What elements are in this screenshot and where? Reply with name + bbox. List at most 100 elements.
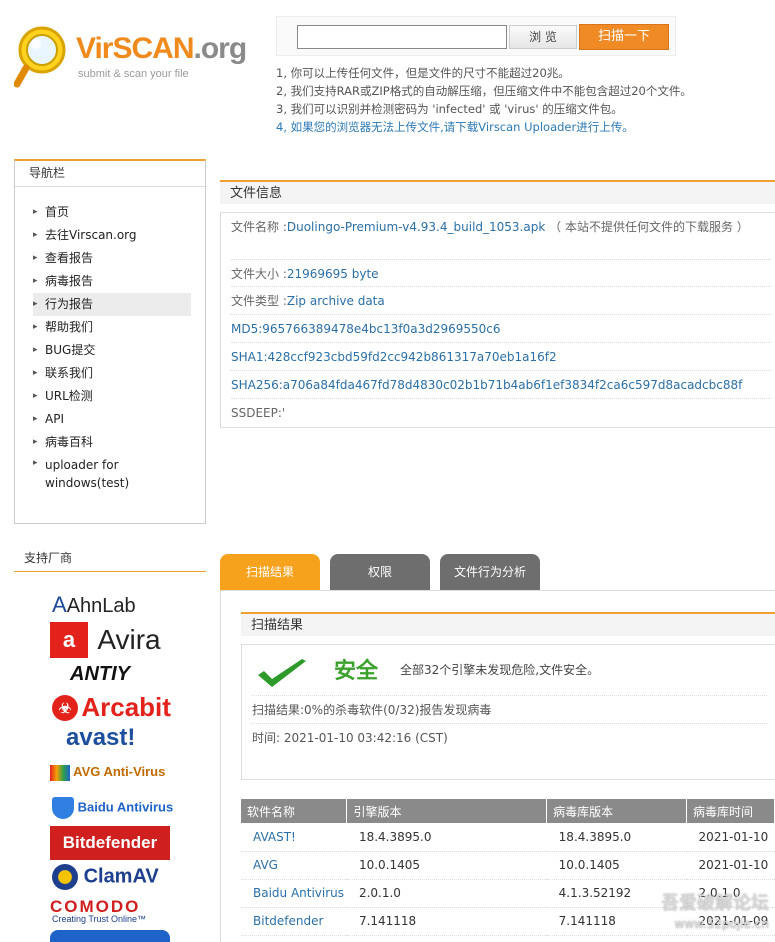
file-type-label: 文件类型 : [231,294,287,308]
vendor-avast[interactable]: avast! [66,724,135,752]
nav-item-virscan[interactable]: 去往Virscan.org [33,224,191,247]
vendor-ahnlab[interactable]: AAhnLab [52,592,136,618]
file-name-label: 文件名称 : [231,220,287,234]
file-info-title: 文件信息 [220,180,775,204]
nav-item-help[interactable]: 帮助我们 [33,316,191,339]
col-software: 软件名称 [241,799,348,823]
scan-result-title: 扫描结果 [241,612,775,636]
tab-behavior-analysis[interactable]: 文件行为分析 [440,554,540,590]
nav-item-bug[interactable]: BUG提交 [33,339,191,362]
nav-item-virus-report[interactable]: 病毒报告 [33,270,191,293]
nav-item-url-check[interactable]: URL检测 [33,385,191,408]
file-type-value: Zip archive data [286,294,385,308]
engine-version: 10.0.1405 [346,851,547,880]
md5-row: MD5:965766389478e4bc13f0a3d2969550c6 [231,315,771,343]
brand-vir: VirSCAN [76,32,194,65]
ssdeep-value: ' [281,406,286,420]
engine-name[interactable]: Baidu Antivirus [241,879,347,908]
sha256-label: SHA256: [231,378,283,392]
vendors-title: 支持厂商 [14,548,206,572]
clamav-logo-icon [52,864,78,890]
scan-button[interactable]: 扫描一下 [579,24,669,50]
brand-org: .org [193,32,247,65]
nav-item-uploader-line1: uploader for [45,458,119,472]
sidebar-nav: 导航栏 首页 去往Virscan.org 查看报告 病毒报告 行为报告 帮助我们… [14,159,206,524]
db-version: 18.4.3895.0 [546,823,687,852]
note-2: 2, 我们支持RAR或ZIP格式的自动解压缩，但压缩文件中不能包含超过20个文件… [276,84,692,98]
nav-item-contact[interactable]: 联系我们 [33,362,191,385]
vendor-antiy[interactable]: ANTIY [70,663,130,686]
db-time: 2021-01-10 [686,823,775,852]
engine-name[interactable]: Bitdefender [241,907,347,936]
engine-version: 2.0.1.0 [346,879,547,908]
shield-icon [52,797,74,819]
col-engine-version: 引擎版本 [346,799,548,823]
sha1-value: 428ccf923cbd59fd2cc942b861317a70eb1a16f2 [267,350,557,364]
vendor-clamav[interactable]: ClamAV [52,864,159,890]
tab-permissions[interactable]: 权限 [330,554,430,590]
tab-scan-result[interactable]: 扫描结果 [220,554,320,590]
file-name-note: （ 本站不提供任何文件的下载服务 ） [549,220,749,234]
table-header: 软件名称 引擎版本 病毒库版本 病毒库时间 [241,799,775,823]
vendor-comodo-tagline: Creating Trust Online™ [52,914,147,924]
watermark-line2: www.52pojie.cn [674,917,769,931]
checkmark-icon [258,659,306,687]
magnifier-icon [14,26,66,88]
nav-item-behavior-report[interactable]: 行为报告 [33,293,191,316]
vendor-avira-label: Avira [97,624,161,655]
ssdeep-label: SSDEEP: [231,406,282,420]
db-version: 10.0.1405 [546,851,687,880]
nav-item-uploader[interactable]: uploader for windows(test) [33,454,191,494]
nav-item-encyclopedia[interactable]: 病毒百科 [33,431,191,454]
engine-version: 18.4.3895.0 [346,823,547,852]
sha1-row: SHA1:428ccf923cbd59fd2cc942b861317a70eb1… [231,343,771,371]
md5-label: MD5: [231,322,263,336]
vendor-baidu[interactable]: Baidu Antivirus [52,797,173,819]
vendor-clamav-label: ClamAV [83,865,159,888]
vendor-avg[interactable]: AVG Anti-Virus [50,764,165,781]
engine-version: 7.141118 [346,907,547,936]
biohazard-icon: ☣ [52,694,78,721]
avg-logo-icon [50,764,70,781]
vendor-avg-label: AVG Anti-Virus [73,764,166,779]
ssdeep-row: SSDEEP:' [231,399,771,427]
engine-name[interactable]: AVAST! [241,823,347,852]
md5-value: 965766389478e4bc13f0a3d2969550c6 [262,322,501,336]
vendor-arcabit[interactable]: ☣ Arcabit [52,692,171,723]
note-1: 1, 你可以上传任何文件，但是文件的尺寸不能超过20兆。 [276,66,570,80]
nav-item-uploader-line2: windows(test) [45,476,130,490]
nav-item-view-report[interactable]: 查看报告 [33,247,191,270]
vendor-arcabit-label: Arcabit [81,692,171,722]
browse-button[interactable]: 浏 览 [509,25,577,49]
table-row: AVAST! 18.4.3895.0 18.4.3895.0 2021-01-1… [241,823,775,852]
vendor-ahnlab-label: AhnLab [66,595,136,617]
engine-name[interactable]: AVG [241,851,347,880]
sha256-value: a706a84fda467fd78d4830c02b1b71b4ab6f1ef3… [282,378,743,392]
watermark-line1: 吾爱破解论坛 [661,893,769,914]
vendor-next-logo[interactable] [50,930,170,942]
file-size-label: 文件大小 : [231,267,287,281]
scan-ratio: 扫描结果:0%的杀毒软件(0/32)报告发现病毒 [252,695,767,723]
nav-item-home[interactable]: 首页 [33,201,191,224]
table-row: AVG 10.0.1405 10.0.1405 2021-01-10 [241,851,775,880]
status-safe: 安全 [334,659,379,684]
vendor-bitdefender[interactable]: Bitdefender [50,826,170,860]
note-4-uploader-link[interactable]: 4, 如果您的浏览器无法上传文件,请下载Virscan Uploader进行上传… [276,118,756,136]
file-size-value: 21969695 byte [286,267,379,281]
vendor-avira[interactable]: a Avira [50,622,161,658]
site-logo[interactable]: VirSCAN.org submit & scan your file [14,22,254,94]
nav-title: 导航栏 [15,161,205,187]
file-size-row: 文件大小 :21969695 byte [231,259,771,287]
scan-time: 时间: 2021-01-10 03:42:16 (CST) [252,723,767,751]
col-db-version: 病毒库版本 [546,799,688,823]
db-time: 2021-01-10 [686,851,775,880]
file-path-input[interactable] [297,25,507,49]
brand-name: VirSCAN.org [76,32,247,66]
sha256-row: SHA256:a706a84fda467fd78d4830c02b1b71b4a… [231,371,771,399]
vendor-baidu-label: Baidu Antivirus [77,799,174,815]
col-db-time: 病毒库时间 [686,799,775,823]
nav-item-api[interactable]: API [33,408,191,431]
upload-form: 浏 览 扫描一下 [276,16,676,56]
upload-notes: 1, 你可以上传任何文件，但是文件的尺寸不能超过20兆。 2, 我们支持RAR或… [276,64,756,136]
brand-tagline: submit & scan your file [78,68,189,80]
